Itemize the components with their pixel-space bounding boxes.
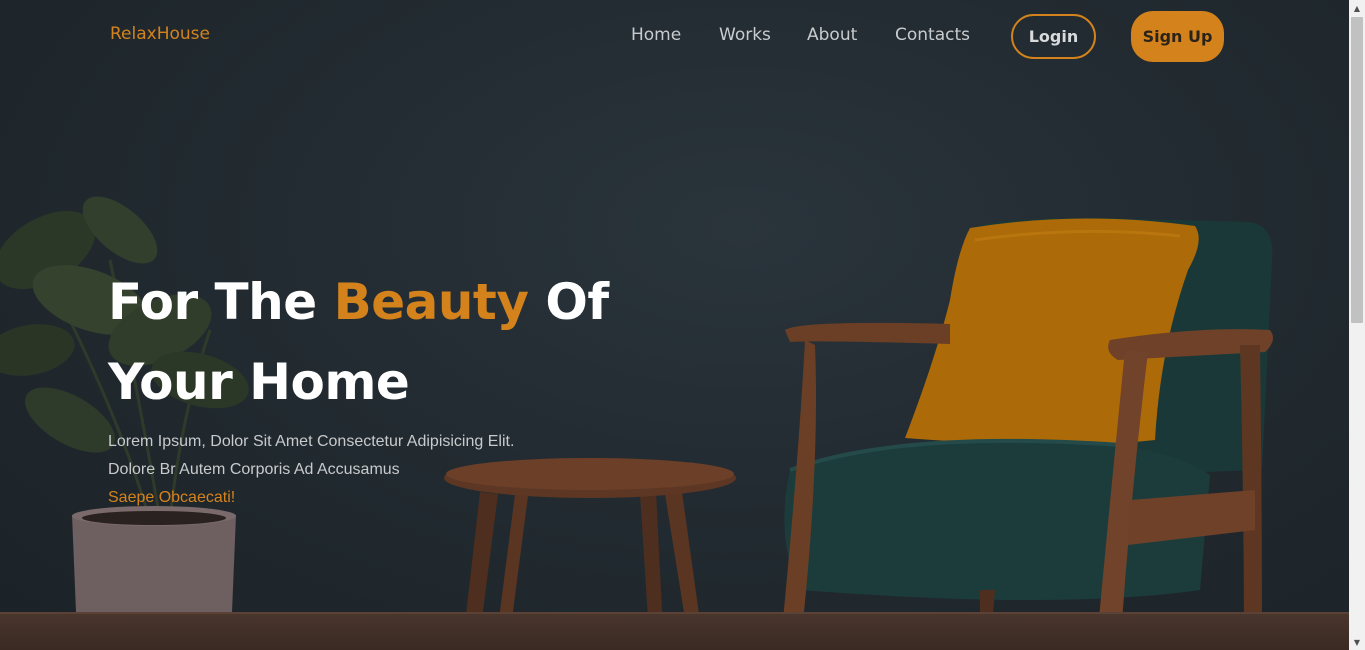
nav-link-contacts[interactable]: Contacts	[895, 25, 970, 45]
headline-part2: Of	[528, 273, 609, 331]
page-scrollbar[interactable]: ▲ ▼	[1349, 0, 1365, 650]
nav-link-works[interactable]: Works	[719, 25, 771, 45]
scroll-up-icon[interactable]: ▲	[1349, 0, 1365, 16]
nav-link-home[interactable]: Home	[631, 25, 681, 45]
headline-part1: For The	[108, 273, 334, 331]
nav-link-about[interactable]: About	[807, 25, 857, 45]
headline-accent: Beauty	[333, 273, 529, 331]
headline-line2: Your Home	[108, 353, 410, 411]
desc-line1: Lorem Ipsum, Dolor Sit Amet Consectetur …	[108, 433, 515, 450]
signup-button[interactable]: Sign Up	[1131, 11, 1224, 62]
hero-description: Lorem Ipsum, Dolor Sit Amet Consectetur …	[108, 428, 588, 512]
scroll-thumb[interactable]	[1351, 17, 1363, 323]
brand-logo[interactable]: RelaxHouse	[110, 24, 210, 44]
scroll-down-icon[interactable]: ▼	[1349, 634, 1365, 650]
floor-edge	[0, 612, 1349, 614]
armchair	[780, 218, 1274, 650]
login-button[interactable]: Login	[1011, 14, 1096, 59]
desc-accent: Saepe Obcaecati!	[108, 489, 236, 506]
hero-headline: For The Beauty Of Your Home	[108, 262, 668, 422]
floor	[0, 612, 1349, 650]
desc-line2: Dolore Br Autem Corporis Ad Accusamus	[108, 461, 400, 478]
